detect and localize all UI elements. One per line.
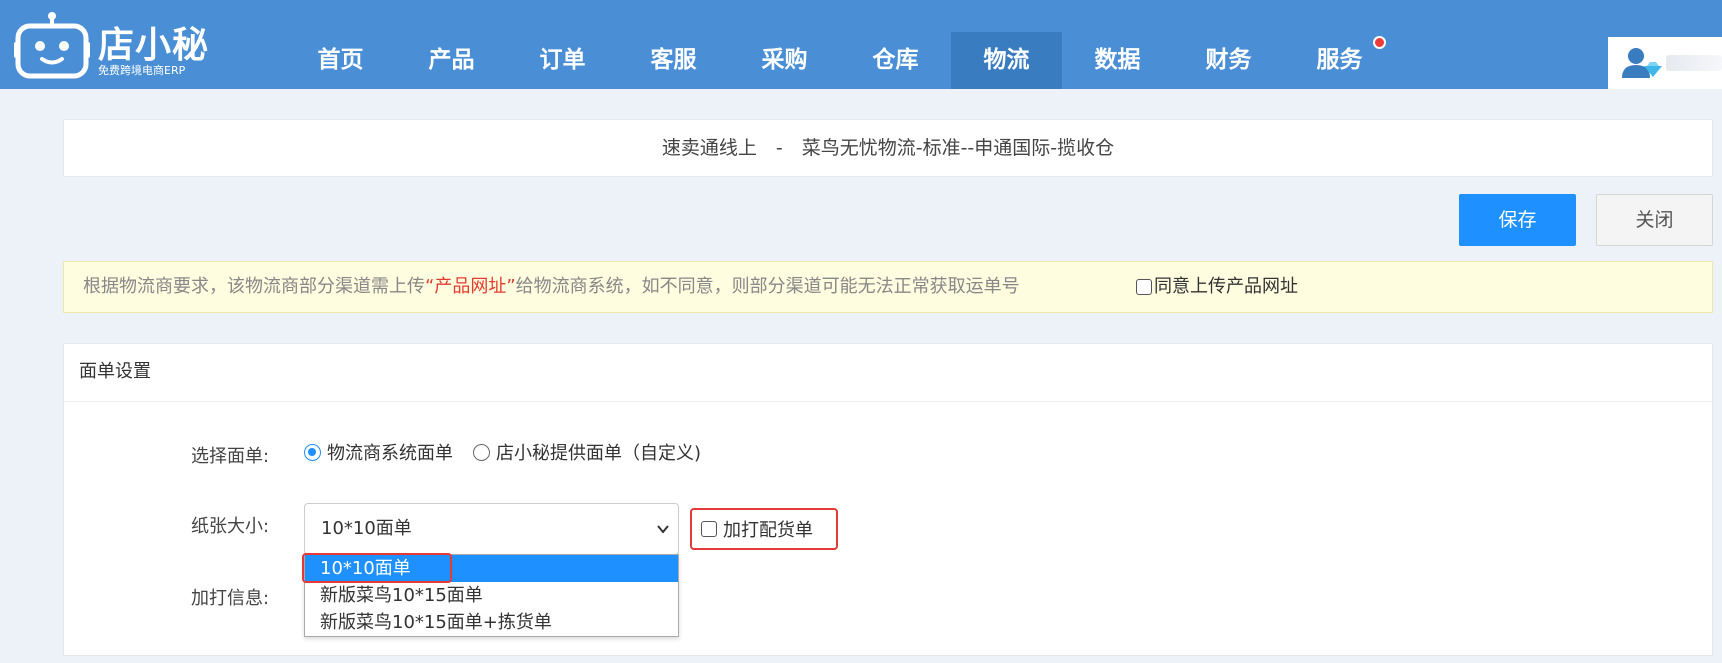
extra-print-label: 加打配货单 (723, 520, 813, 541)
main-nav: 首页 产品 订单 客服 采购 仓库 物流 数据 财务 服务 (285, 32, 1395, 89)
save-button[interactable]: 保存 (1459, 194, 1576, 246)
notice-bar: 根据物流商要求，该物流商部分渠道需上传“产品网址”给物流商系统，如不同意，则部分… (63, 261, 1713, 313)
nav-item-purchasing[interactable]: 采购 (729, 32, 840, 89)
nav-item-data[interactable]: 数据 (1062, 32, 1173, 89)
radio-custom-text: 店小秘提供面单（自定义) (496, 443, 702, 464)
checkbox-icon[interactable] (1136, 279, 1152, 295)
dropdown-option-label: 10*10面单 (320, 558, 411, 579)
agree-upload-checkbox[interactable]: 同意上传产品网址 (1136, 262, 1298, 312)
dropdown-option[interactable]: 新版菜鸟10*15面单+拣货单 (305, 609, 678, 636)
radio-checked-icon[interactable] (304, 443, 321, 461)
dropdown-option[interactable]: 新版菜鸟10*15面单 (305, 582, 678, 609)
top-nav-bar: 店小秘 免费跨境电商ERP 首页 产品 订单 客服 采购 仓库 物流 数据 财务… (0, 0, 1722, 89)
robot-logo-icon (14, 12, 90, 79)
nav-item-services-label: 服务 (1316, 47, 1363, 73)
paper-size-label: 纸张大小: (191, 516, 270, 537)
close-button[interactable]: 关闭 (1596, 194, 1713, 246)
notice-highlight: “产品网址” (425, 276, 516, 297)
notice-text-before: 根据物流商要求，该物流商部分渠道需上传 (83, 276, 425, 297)
select-label-label: 选择面单: (191, 446, 270, 467)
label-settings-panel: 面单设置 选择面单: 物流商系统面单 店小秘提供面单（自定义) 纸张大小: 10… (63, 343, 1713, 656)
nav-item-finance[interactable]: 财务 (1173, 32, 1284, 89)
page-title: 速卖通线上 - 菜鸟无忧物流-标准--申通国际-揽收仓 (63, 119, 1713, 177)
nav-item-customer-service[interactable]: 客服 (618, 32, 729, 89)
chevron-down-icon (657, 525, 669, 534)
paper-size-value: 10*10面单 (321, 518, 412, 539)
logo[interactable]: 店小秘 免费跨境电商ERP (14, 10, 208, 80)
notification-dot-icon (1373, 36, 1386, 49)
extra-info-label: 加打信息: (191, 588, 270, 609)
nav-item-warehouse[interactable]: 仓库 (840, 32, 951, 89)
nav-item-home[interactable]: 首页 (285, 32, 396, 89)
brand-name: 店小秘 (98, 25, 210, 66)
agree-upload-label: 同意上传产品网址 (1154, 276, 1298, 297)
user-vip-icon (1622, 48, 1662, 78)
extra-print-packing-list-checkbox[interactable]: 加打配货单 (690, 508, 838, 550)
user-name (1666, 55, 1722, 71)
radio-unchecked-icon[interactable] (473, 443, 490, 461)
radio-carrier-system-label[interactable]: 物流商系统面单 (304, 439, 453, 465)
checkbox-icon[interactable] (701, 521, 717, 537)
radio-custom-label[interactable]: 店小秘提供面单（自定义) (473, 439, 701, 465)
radio-carrier-system-text: 物流商系统面单 (327, 443, 453, 464)
nav-item-orders[interactable]: 订单 (507, 32, 618, 89)
brand-tagline: 免费跨境电商ERP (98, 64, 186, 77)
label-type-radio-group: 物流商系统面单 店小秘提供面单（自定义) (304, 439, 721, 465)
nav-item-logistics[interactable]: 物流 (951, 32, 1062, 89)
nav-item-services[interactable]: 服务 (1284, 32, 1395, 89)
nav-item-products[interactable]: 产品 (396, 32, 507, 89)
notice-text-after: 给物流商系统，如不同意，则部分渠道可能无法正常获取运单号 (515, 276, 1020, 297)
panel-title: 面单设置 (64, 344, 1712, 402)
paper-size-select[interactable]: 10*10面单 (304, 503, 679, 555)
user-menu[interactable] (1608, 37, 1722, 89)
paper-size-dropdown: 10*10面单 新版菜鸟10*15面单 新版菜鸟10*15面单+拣货单 (302, 553, 679, 637)
dropdown-option-selected[interactable]: 10*10面单 (302, 553, 678, 583)
